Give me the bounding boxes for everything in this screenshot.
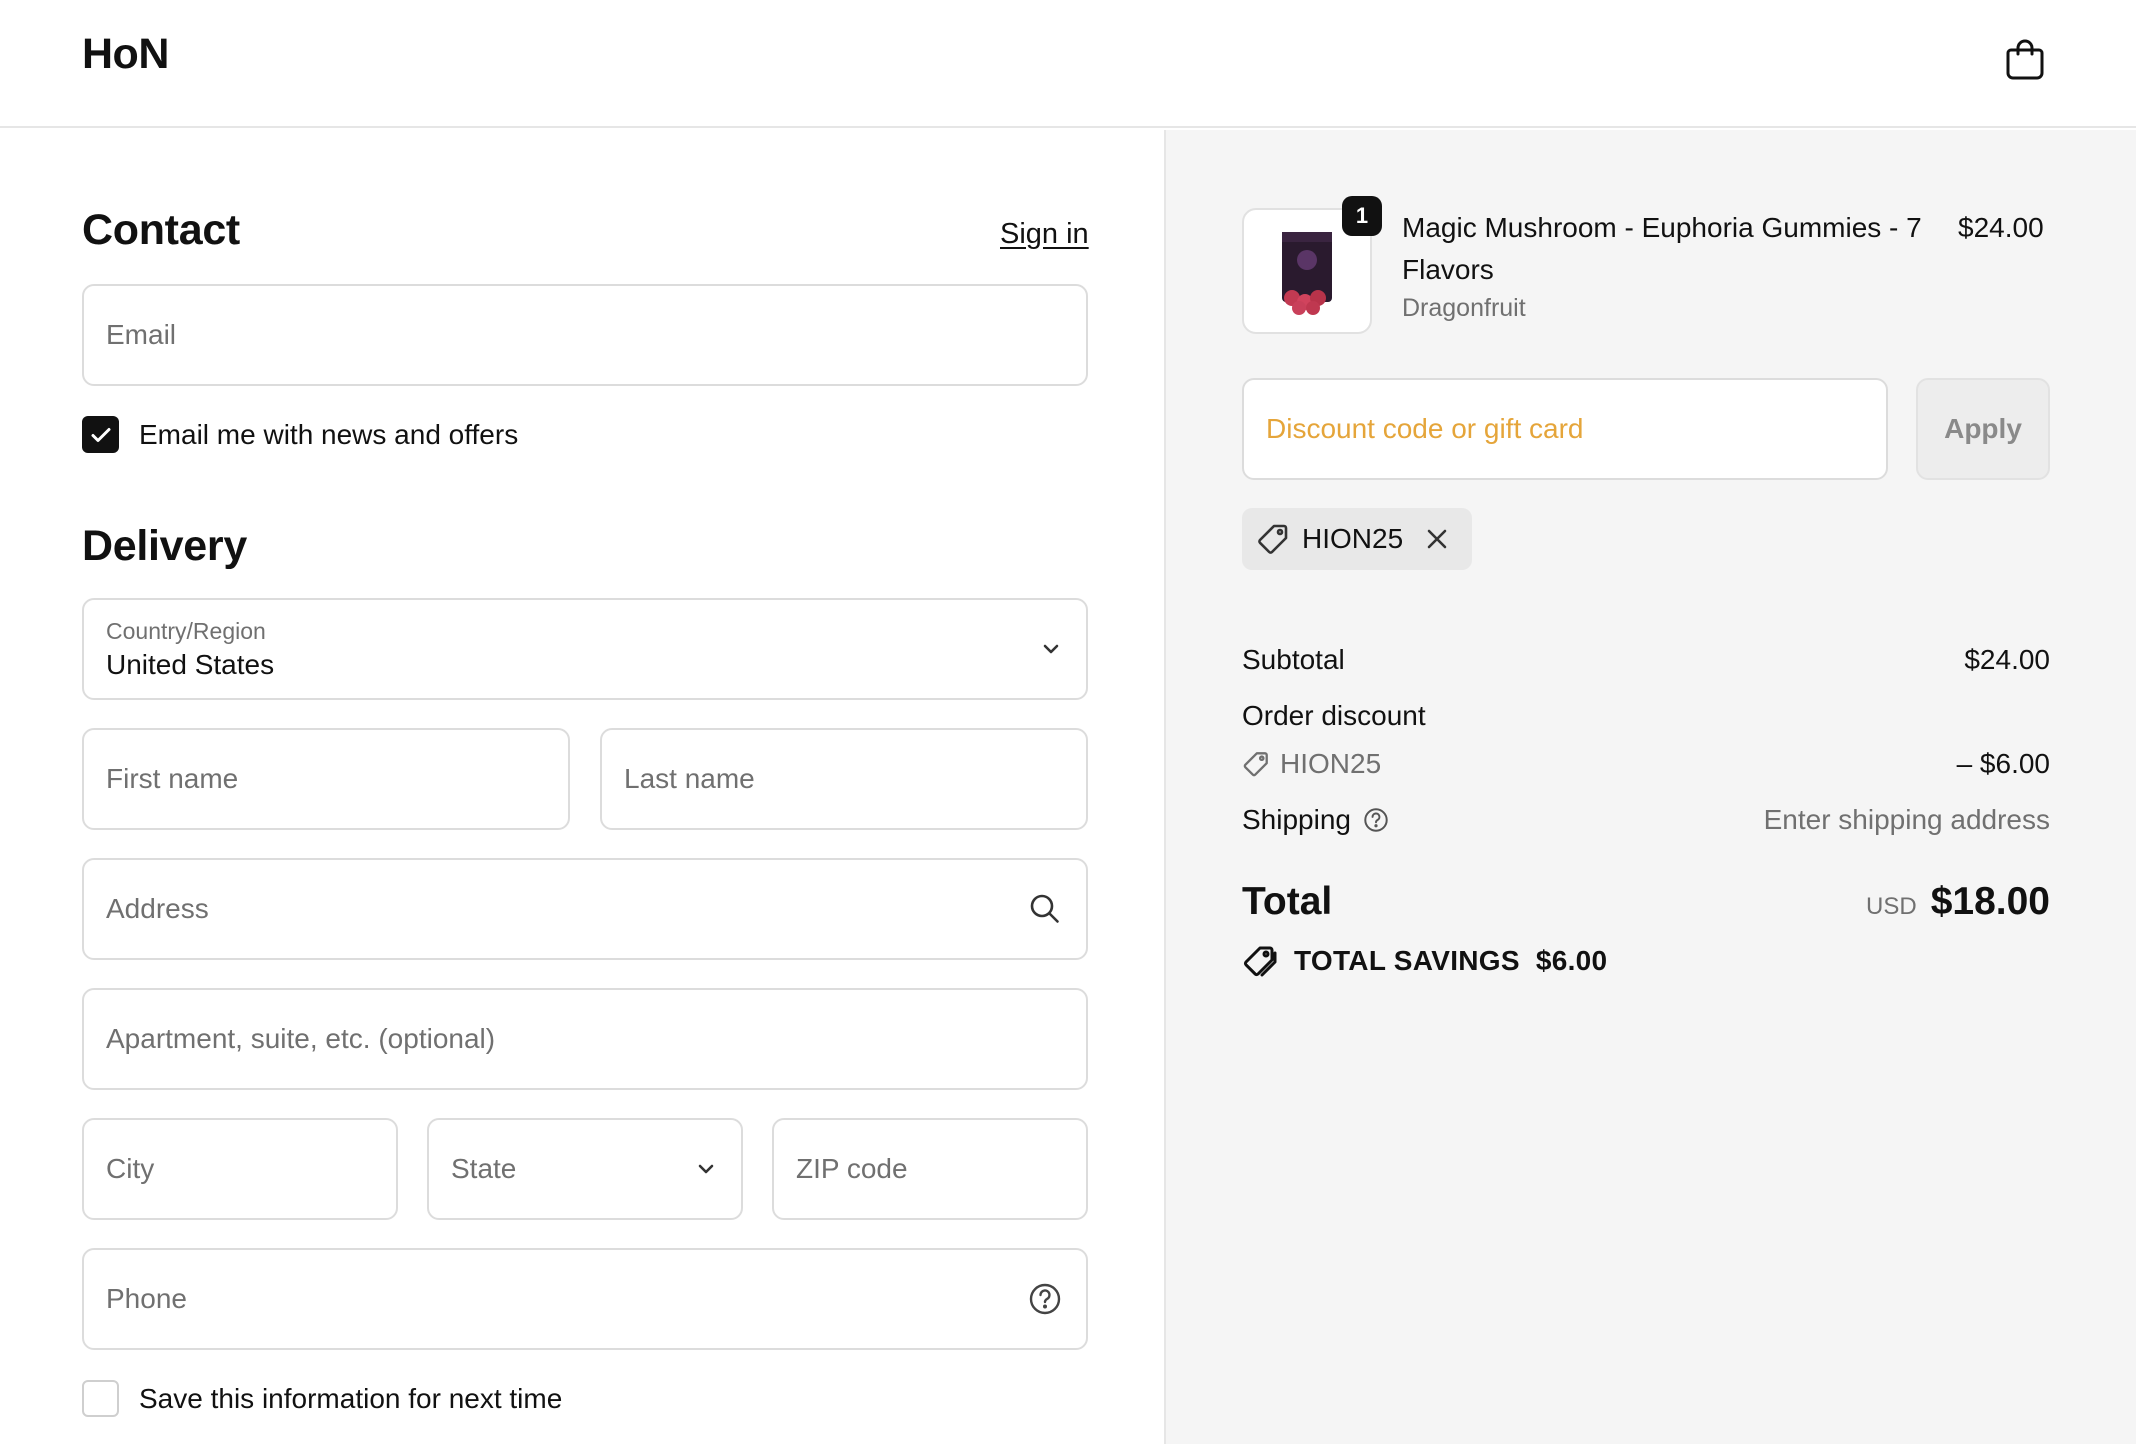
- city-field[interactable]: City: [82, 1118, 398, 1220]
- shipping-label: Shipping: [1242, 804, 1351, 835]
- address-placeholder: Address: [106, 893, 209, 924]
- order-discount-label: Order discount: [1242, 700, 1426, 731]
- site-header: HoN: [0, 0, 2136, 128]
- save-info-label: Save this information for next time: [139, 1382, 563, 1414]
- checkmark-icon: [91, 427, 110, 442]
- total-savings-row: TOTAL SAVINGS $6.00: [1242, 944, 1607, 978]
- save-info-checkbox-row[interactable]: Save this information for next time: [82, 1380, 562, 1417]
- state-select[interactable]: State: [427, 1118, 743, 1220]
- phone-field[interactable]: Phone: [82, 1248, 1088, 1350]
- discount-value: – $6.00: [1956, 748, 2050, 779]
- discount-code-text: HION25: [1280, 748, 1382, 779]
- tag-icon: [1258, 524, 1288, 554]
- store-logo[interactable]: HoN: [82, 30, 169, 79]
- tag-icon: [1243, 752, 1268, 777]
- subtotal-value: $24.00: [1964, 644, 2050, 675]
- product-name: Magic Mushroom - Euphoria Gummies - 7 Fl…: [1402, 212, 1922, 285]
- tags-icon: [1243, 946, 1277, 977]
- delivery-heading: Delivery: [82, 522, 247, 570]
- cart-button[interactable]: [2000, 32, 2050, 84]
- product-variant: Dragonfruit: [1402, 294, 1526, 322]
- total-amount-group: USD $18.00: [1866, 880, 2050, 924]
- country-value: United States: [106, 648, 275, 680]
- phone-placeholder: Phone: [106, 1283, 187, 1314]
- subtotal-label: Subtotal: [1242, 644, 1345, 675]
- zip-placeholder: ZIP code: [796, 1153, 908, 1184]
- newsletter-checkbox-row[interactable]: Email me with news and offers: [82, 416, 518, 453]
- save-info-checkbox[interactable]: [82, 1380, 119, 1417]
- discount-code-field[interactable]: Discount code or gift card: [1242, 378, 1888, 480]
- help-circle-icon[interactable]: [1363, 807, 1389, 833]
- total-currency: USD: [1866, 893, 1917, 920]
- email-field[interactable]: Email: [82, 284, 1088, 386]
- apartment-field[interactable]: Apartment, suite, etc. (optional): [82, 988, 1088, 1090]
- shipping-row: Shipping: [1242, 804, 1389, 836]
- applied-discount-chip: HION25: [1242, 508, 1472, 570]
- zip-field[interactable]: ZIP code: [772, 1118, 1088, 1220]
- discount-placeholder: Discount code or gift card: [1266, 413, 1584, 444]
- city-placeholder: City: [106, 1153, 155, 1184]
- newsletter-checkbox[interactable]: [82, 416, 119, 453]
- help-circle-icon[interactable]: [1028, 1282, 1062, 1316]
- close-icon[interactable]: [1425, 527, 1449, 551]
- email-placeholder: Email: [106, 319, 177, 350]
- shopping-bag-icon: [2006, 39, 2044, 80]
- product-price: $24.00: [1958, 212, 2044, 243]
- applied-code: HION25: [1302, 523, 1404, 554]
- apartment-placeholder: Apartment, suite, etc. (optional): [106, 1023, 496, 1054]
- apply-discount-button[interactable]: Apply: [1916, 378, 2050, 480]
- newsletter-label: Email me with news and offers: [139, 418, 519, 450]
- search-icon: [1028, 892, 1062, 926]
- contact-heading: Contact: [82, 206, 240, 254]
- quantity-badge: 1: [1342, 196, 1382, 236]
- country-label: Country/Region: [106, 617, 266, 644]
- last-name-placeholder: Last name: [624, 763, 755, 794]
- sign-in-link[interactable]: Sign in: [1000, 218, 1089, 251]
- shipping-value: Enter shipping address: [1763, 804, 2050, 835]
- total-amount: $18.00: [1930, 880, 2050, 923]
- savings-label: TOTAL SAVINGS: [1294, 945, 1520, 976]
- first-name-field[interactable]: First name: [82, 728, 570, 830]
- last-name-field[interactable]: Last name: [600, 728, 1088, 830]
- first-name-placeholder: First name: [106, 763, 239, 794]
- country-select[interactable]: Country/Region United States: [82, 598, 1088, 700]
- chevron-down-icon: [695, 1158, 717, 1180]
- savings-value: $6.00: [1535, 945, 1608, 976]
- address-field[interactable]: Address: [82, 858, 1088, 960]
- total-label: Total: [1242, 880, 1333, 923]
- chevron-down-icon: [1040, 638, 1062, 660]
- gummies-bag-image: [1282, 232, 1332, 315]
- state-placeholder: State: [451, 1153, 517, 1184]
- discount-code-row: HION25: [1242, 748, 1381, 780]
